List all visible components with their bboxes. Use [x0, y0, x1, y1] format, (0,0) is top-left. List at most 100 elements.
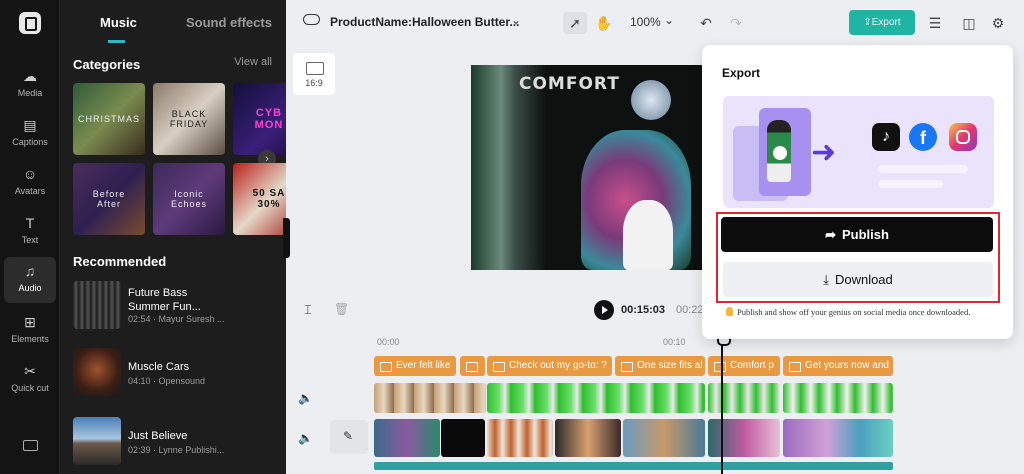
split-icon[interactable]: ⌶	[304, 302, 312, 318]
download-button[interactable]: ⤓ Download	[723, 262, 993, 297]
export-button[interactable]: ⇪Export	[849, 10, 915, 35]
category-label: Iconic Echoes	[170, 189, 208, 209]
category-label: BLACK FRIDAY	[169, 109, 209, 129]
banner-line	[878, 165, 968, 173]
video-clip[interactable]	[374, 383, 486, 413]
export-label: Export	[871, 17, 901, 28]
track-name: Future Bass Summer Fun...	[128, 287, 201, 313]
text-icon: T	[25, 215, 35, 231]
undo-icon[interactable]: ↶	[694, 12, 718, 34]
caption-clip[interactable]: Get yours now and	[783, 356, 893, 376]
export-hint: Publish and show off your genius on soci…	[726, 307, 970, 317]
speaker-icon[interactable]: 🔈	[298, 391, 313, 405]
zoom-level[interactable]: 100%	[630, 15, 661, 29]
instagram-icon	[949, 123, 977, 151]
video-clip[interactable]	[623, 419, 705, 457]
panel-collapse-handle[interactable]	[283, 218, 290, 258]
video-clip[interactable]	[374, 419, 440, 457]
rail-media[interactable]: ☁ Media	[4, 62, 56, 108]
publish-label: Publish	[841, 227, 889, 242]
caption-clip[interactable]	[460, 356, 485, 376]
publish-button[interactable]: ➦ Publish	[721, 217, 993, 252]
category-label: CYB MON	[254, 107, 284, 131]
zoom-chevron-icon[interactable]: ⌄	[664, 13, 674, 27]
pointer-tool-icon[interactable]: ➚	[563, 12, 587, 34]
preview-cat	[623, 200, 673, 270]
project-title[interactable]: ProductName:Halloween Butter...	[330, 15, 519, 29]
recommended-title: Recommended	[73, 254, 167, 269]
tab-music[interactable]: Music	[100, 15, 137, 30]
track-name: Muscle Cars	[128, 361, 190, 373]
music-note-icon: ♫	[24, 263, 36, 279]
audio-panel: Music Sound effects Categories View all …	[60, 0, 286, 474]
download-icon: ⤓	[823, 272, 829, 287]
video-clip[interactable]	[708, 383, 780, 413]
rail-quick-cut[interactable]: ✂ Quick cut	[4, 357, 56, 411]
track-meta: 04:10 · Opensound	[128, 376, 206, 386]
speaker-icon[interactable]: 🔈	[298, 431, 313, 445]
video-clip[interactable]	[487, 383, 705, 413]
rail-avatars[interactable]: ☺ Avatars	[4, 160, 56, 206]
delete-icon[interactable]: 🗑	[334, 302, 349, 316]
play-button[interactable]	[594, 300, 614, 320]
hand-tool-icon[interactable]: ✋	[592, 12, 616, 34]
video-clip[interactable]	[441, 419, 485, 457]
playhead[interactable]	[717, 332, 731, 474]
video-clip[interactable]	[555, 419, 621, 457]
share-icon: ➦	[825, 227, 836, 242]
category-black-friday[interactable]: BLACK FRIDAY	[153, 83, 225, 155]
caption-clip[interactable]: Ever felt like	[374, 356, 456, 376]
rail-audio[interactable]: ♫ Audio	[4, 257, 56, 303]
rail-elements-label: Elements	[11, 334, 49, 344]
track-item[interactable]: Muscle Cars 04:10 · Opensound	[73, 348, 283, 398]
caption-clip[interactable]: Check out my go-to: ?	[487, 356, 612, 376]
category-christmas[interactable]: CHRISTMAS	[73, 83, 145, 155]
audio-track-bar[interactable]	[374, 462, 893, 470]
track-item[interactable]: Future Bass Summer Fun... 02:54 · Mayur …	[73, 281, 283, 331]
cloud-upload-icon: ☁	[23, 68, 37, 84]
play-icon	[773, 146, 787, 160]
left-rail: ☁ Media ▤ Captions ☺ Avatars T Text ♫ Au…	[0, 0, 60, 474]
tab-sound-effects[interactable]: Sound effects	[186, 15, 272, 30]
keyboard-icon[interactable]	[23, 440, 38, 451]
video-clip[interactable]	[708, 419, 780, 457]
rail-captions[interactable]: ▤ Captions	[4, 111, 56, 157]
video-clip[interactable]	[783, 383, 893, 413]
category-label: Before After	[92, 189, 126, 209]
caption-clip[interactable]: Comfort p	[708, 356, 780, 376]
quick-cut-icon: ✂	[24, 363, 36, 379]
aspect-ratio-label: 16:9	[305, 78, 323, 88]
video-clip[interactable]	[487, 419, 553, 457]
chevron-down-icon[interactable]: ⌄	[511, 13, 521, 27]
track-edit-button[interactable]: ✎	[330, 420, 368, 454]
view-all-link[interactable]: View all	[234, 56, 272, 68]
caption-clip[interactable]: One size fits al	[615, 356, 705, 376]
video-preview[interactable]: COMFORT	[471, 65, 702, 270]
cloud-icon[interactable]	[303, 14, 320, 25]
upload-icon: ⇪	[863, 17, 872, 28]
gear-icon[interactable]: ⚙	[986, 12, 1010, 34]
split-view-icon[interactable]: ◫	[957, 12, 981, 34]
facebook-icon: f	[909, 123, 937, 151]
category-iconic-echoes[interactable]: Iconic Echoes	[153, 163, 225, 235]
track-meta: 02:54 · Mayur Suresh ...	[128, 314, 225, 324]
category-cyber-monday[interactable]: CYB MON	[233, 83, 286, 155]
layers-icon[interactable]: ☰	[923, 12, 947, 34]
category-before-after[interactable]: Before After	[73, 163, 145, 235]
social-banner: ➜ ♪ f	[723, 96, 994, 208]
lightbulb-icon	[726, 307, 733, 316]
pencil-icon: ✎	[343, 429, 354, 443]
track-item[interactable]: Just Believe 02:39 · Lynne Publishi...	[73, 417, 283, 467]
preview-caption: COMFORT	[519, 74, 620, 94]
aspect-ratio-button[interactable]: 16:9	[293, 53, 335, 95]
rail-quick-cut-label: Quick cut	[11, 383, 49, 393]
video-clip[interactable]	[783, 419, 893, 457]
track-name: Just Believe	[128, 430, 188, 442]
rail-text[interactable]: T Text	[4, 209, 56, 255]
rail-elements[interactable]: ⊞ Elements	[4, 308, 56, 354]
category-sale[interactable]: 50 SA 30%	[233, 163, 286, 235]
redo-icon[interactable]: ↷	[724, 12, 748, 34]
app-logo[interactable]	[19, 12, 41, 34]
hint-text: Publish and show off your genius on soci…	[737, 307, 971, 317]
rail-avatars-label: Avatars	[14, 186, 46, 196]
